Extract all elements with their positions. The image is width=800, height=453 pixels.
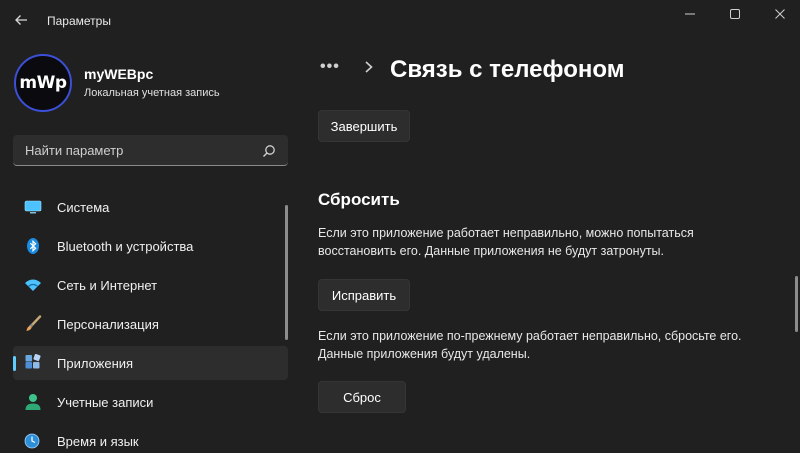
avatar-text: mWp — [19, 73, 67, 93]
search-input[interactable] — [13, 142, 253, 158]
maximize-icon — [730, 9, 740, 19]
sidebar-item-time-language[interactable]: Время и язык — [13, 424, 288, 453]
reset-button[interactable]: Сброс — [318, 381, 406, 413]
sidebar-item-label: Персонализация — [57, 317, 159, 332]
user-name: myWEBpc — [84, 66, 154, 82]
reset-section-title: Сбросить — [318, 190, 400, 209]
reset-description: Если это приложение по-прежнему работает… — [318, 329, 742, 361]
repair-button[interactable]: Исправить — [318, 279, 410, 311]
apps-icon — [25, 354, 41, 369]
account-type: Локальная учетная запись — [84, 87, 220, 99]
sidebar-item-label: Сеть и Интернет — [57, 278, 158, 293]
search-box[interactable] — [13, 135, 288, 166]
finish-button[interactable]: Завершить — [318, 110, 410, 142]
sidebar-item-label: Bluetooth и устройства — [57, 239, 194, 254]
wifi-icon — [25, 279, 41, 291]
search-icon — [263, 145, 275, 157]
sidebar-item-label: Учетные записи — [57, 395, 154, 410]
sidebar-item-system[interactable]: Система — [13, 190, 288, 224]
minimize-icon — [685, 13, 695, 15]
bluetooth-icon — [27, 238, 39, 254]
sidebar-item-network[interactable]: Сеть и Интернет — [13, 268, 288, 302]
main-scrollbar[interactable] — [795, 276, 798, 332]
back-arrow-icon — [15, 15, 27, 25]
monitor-icon — [24, 200, 42, 214]
back-button[interactable] — [10, 9, 32, 31]
page-title: Связь с телефоном — [390, 56, 625, 83]
breadcrumb-more-button[interactable]: ••• — [320, 58, 340, 76]
person-icon — [25, 394, 41, 410]
sidebar-item-bluetooth[interactable]: Bluetooth и устройства — [13, 229, 288, 263]
minimize-button[interactable] — [675, 5, 705, 23]
sidebar-item-apps[interactable]: Приложения — [13, 346, 288, 380]
title-bar: Параметры — [0, 0, 800, 40]
repair-description: Если это приложение работает неправильно… — [318, 226, 694, 258]
globe-clock-icon — [24, 433, 40, 449]
maximize-button[interactable] — [720, 5, 750, 23]
app-title: Параметры — [47, 14, 111, 28]
sidebar-item-label: Приложения — [57, 356, 134, 371]
sidebar-item-label: Время и язык — [57, 434, 139, 449]
sidebar-item-label: Система — [57, 200, 110, 215]
brush-icon — [26, 315, 42, 331]
active-indicator — [13, 356, 16, 371]
close-icon — [775, 9, 785, 19]
sidebar-scrollbar[interactable] — [285, 205, 288, 340]
sidebar-item-personalization[interactable]: Персонализация — [13, 307, 288, 341]
sidebar-item-accounts[interactable]: Учетные записи — [13, 385, 288, 419]
avatar[interactable]: mWp — [14, 54, 72, 112]
close-button[interactable] — [765, 5, 795, 23]
chevron-right-icon — [365, 61, 373, 73]
